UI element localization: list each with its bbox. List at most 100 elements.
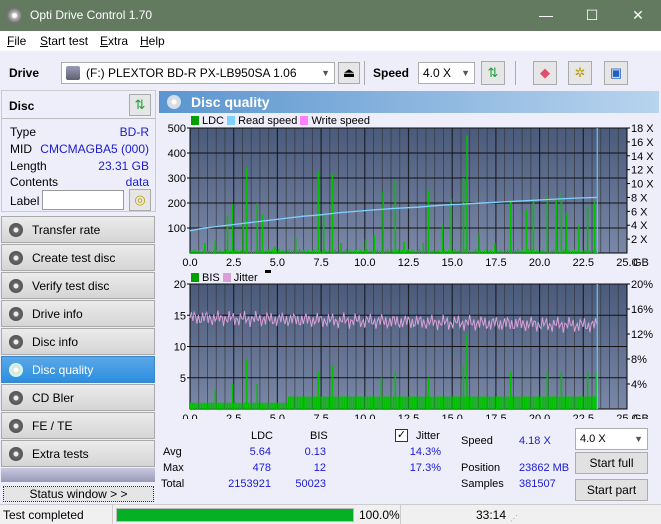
nav-drive-info[interactable]: Drive info <box>1 300 155 327</box>
nav-create-test-disc[interactable]: Create test disc <box>1 244 155 271</box>
bis-bar <box>571 396 573 409</box>
x-tick-label: 20.0 <box>529 413 550 419</box>
ldc-bar <box>401 249 404 253</box>
y2-tick-label: 2 X <box>631 234 648 246</box>
bis-bar <box>319 396 321 409</box>
bis-bar <box>357 396 360 409</box>
bis-bar <box>223 402 225 409</box>
bis-bar <box>476 396 479 409</box>
ldc-bar <box>202 250 204 253</box>
bis-bar <box>551 396 554 409</box>
bis-bar <box>469 396 472 409</box>
bis-bar <box>382 396 384 409</box>
test-speed-select[interactable]: 4.0 X ▼ <box>575 428 648 450</box>
start-part-button[interactable]: Start part <box>575 479 648 501</box>
bis-bar <box>293 396 295 409</box>
bis-bar <box>420 396 423 409</box>
ldc-bar <box>391 249 393 253</box>
bis-bar <box>408 396 410 409</box>
bis-bar <box>492 396 494 409</box>
ldc-bar <box>460 251 462 253</box>
ldc-bar <box>540 250 542 253</box>
ldc-bar <box>571 250 574 253</box>
bis-bar <box>532 396 535 409</box>
start-full-button[interactable]: Start full <box>575 452 648 474</box>
ldc-bar <box>307 250 309 253</box>
nav-transfer-rate[interactable]: Transfer rate <box>1 216 155 243</box>
nav-fe-te[interactable]: FE / TE <box>1 412 155 439</box>
minimize-button[interactable]: — <box>523 0 569 31</box>
disc-header: Disc <box>9 99 35 113</box>
nav-disc-quality[interactable]: Disc quality <box>1 356 155 383</box>
bis-bar <box>378 396 381 409</box>
ldc-spike <box>214 240 217 253</box>
bis-bar <box>473 396 475 409</box>
bis-bar <box>345 396 347 409</box>
maximize-button[interactable]: ☐ <box>569 0 615 31</box>
erase-button[interactable]: ◆ <box>533 61 557 85</box>
save-button[interactable]: ▣ <box>604 61 628 85</box>
ldc-bar <box>458 249 460 253</box>
chevron-down-icon: ▼ <box>321 68 330 78</box>
label-input[interactable] <box>42 190 124 210</box>
bis-bar <box>356 396 358 409</box>
bis-bar <box>439 396 442 409</box>
bis-bar <box>217 402 220 409</box>
bis-bar <box>511 396 514 409</box>
window-title: Opti Drive Control 1.70 <box>30 8 153 22</box>
refresh-button[interactable]: ⇅ <box>481 61 505 85</box>
drive-select[interactable]: (F:) PLEXTOR BD-R PX-LB950SA 1.06 ▼ <box>61 62 335 84</box>
status-window-button[interactable]: Status window > > <box>3 486 154 502</box>
bis-bar <box>314 396 316 409</box>
ldc-bar <box>255 250 257 253</box>
nav-cd-bler[interactable]: CD Bler <box>1 384 155 411</box>
ldc-bar <box>448 249 450 253</box>
ldc-bar <box>355 249 358 253</box>
sidebar: Disc ⇅ Type BD-R MID CMCMAGBA5 (000) Len… <box>0 89 157 504</box>
bis-bar <box>263 402 265 409</box>
bis-bar <box>200 402 202 409</box>
disc-label-button[interactable]: ◎ <box>129 189 151 211</box>
ldc-bar <box>194 249 196 253</box>
y2-tick-label: 10 X <box>631 179 654 191</box>
jitter-checkbox[interactable]: ✓ <box>395 429 408 442</box>
bis-bar <box>403 396 405 409</box>
ldc-bar <box>517 249 519 253</box>
length-label: Length <box>10 159 47 173</box>
menu-extra[interactable]: Extra <box>100 34 128 48</box>
ldc-spike <box>403 241 405 253</box>
ldc-bar <box>406 250 408 253</box>
nav-verify-test-disc[interactable]: Verify test disc <box>1 272 155 299</box>
resize-grip-icon[interactable]: ⋰ <box>510 514 518 523</box>
ldc-bar <box>437 250 439 253</box>
ldc-bar <box>259 250 261 253</box>
bis-bar <box>310 396 313 409</box>
speed-select[interactable]: 4.0 X ▼ <box>418 62 475 84</box>
settings-button[interactable]: ✲ <box>568 61 592 85</box>
ldc-bar <box>500 249 502 253</box>
bis-bar <box>193 402 195 409</box>
ldc-bar <box>548 251 550 253</box>
bis-bar <box>305 396 307 409</box>
nav-disc-info[interactable]: Disc info <box>1 328 155 355</box>
nav-extra-tests[interactable]: Extra tests <box>1 440 155 467</box>
x-tick-label: 20.0 <box>529 257 550 269</box>
disc-refresh-button[interactable]: ⇅ <box>129 94 151 116</box>
bis-bar <box>564 396 566 409</box>
menu-file[interactable]: File <box>7 34 26 48</box>
bis-bar <box>312 396 314 409</box>
bis-bar <box>544 396 547 409</box>
bis-bar <box>553 396 555 409</box>
y2-tick-label: 16% <box>631 304 653 316</box>
bis-bar <box>294 396 297 409</box>
ldc-spike <box>450 199 453 253</box>
menu-help[interactable]: Help <box>140 34 165 48</box>
x-tick-label: 12.5 <box>398 413 419 419</box>
eject-button[interactable]: ⏏ <box>338 62 360 84</box>
ldc-bar <box>431 250 433 253</box>
bis-bar <box>280 402 283 409</box>
x-tick-label: 0.0 <box>182 413 197 419</box>
close-button[interactable]: ✕ <box>615 0 661 31</box>
x-tick-label: 22.5 <box>573 413 594 419</box>
menu-start-test[interactable]: Start test <box>40 34 88 48</box>
